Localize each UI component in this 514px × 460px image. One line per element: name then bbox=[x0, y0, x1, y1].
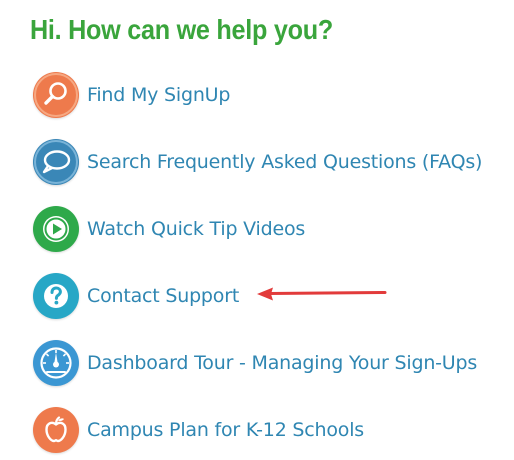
apple-icon bbox=[33, 407, 79, 453]
help-link-quick-tip-videos[interactable]: Watch Quick Tip Videos bbox=[33, 204, 503, 254]
chat-bubble-icon bbox=[33, 139, 79, 185]
help-link-find-my-signup[interactable]: Find My SignUp bbox=[33, 70, 503, 120]
gauge-icon bbox=[33, 340, 79, 386]
help-link-label: Contact Support bbox=[87, 285, 240, 307]
help-link-label: Watch Quick Tip Videos bbox=[87, 218, 306, 240]
help-link-dashboard-tour[interactable]: Dashboard Tour - Managing Your Sign-Ups bbox=[33, 338, 503, 388]
help-link-campus-plan[interactable]: Campus Plan for K-12 Schools bbox=[33, 405, 503, 455]
help-link-label: Find My SignUp bbox=[87, 84, 231, 106]
play-icon bbox=[33, 206, 79, 252]
help-heading: Hi. How can we help you? bbox=[30, 14, 333, 45]
question-icon bbox=[33, 273, 79, 319]
search-icon bbox=[33, 72, 79, 118]
help-link-label: Campus Plan for K-12 Schools bbox=[87, 419, 364, 441]
help-link-faqs[interactable]: Search Frequently Asked Questions (FAQs) bbox=[33, 137, 503, 187]
help-link-label: Dashboard Tour - Managing Your Sign-Ups bbox=[87, 352, 478, 374]
help-panel: Hi. How can we help you? Find My SignUp bbox=[0, 0, 514, 460]
annotation-arrow-icon bbox=[257, 287, 387, 301]
help-link-label: Search Frequently Asked Questions (FAQs) bbox=[87, 151, 483, 173]
